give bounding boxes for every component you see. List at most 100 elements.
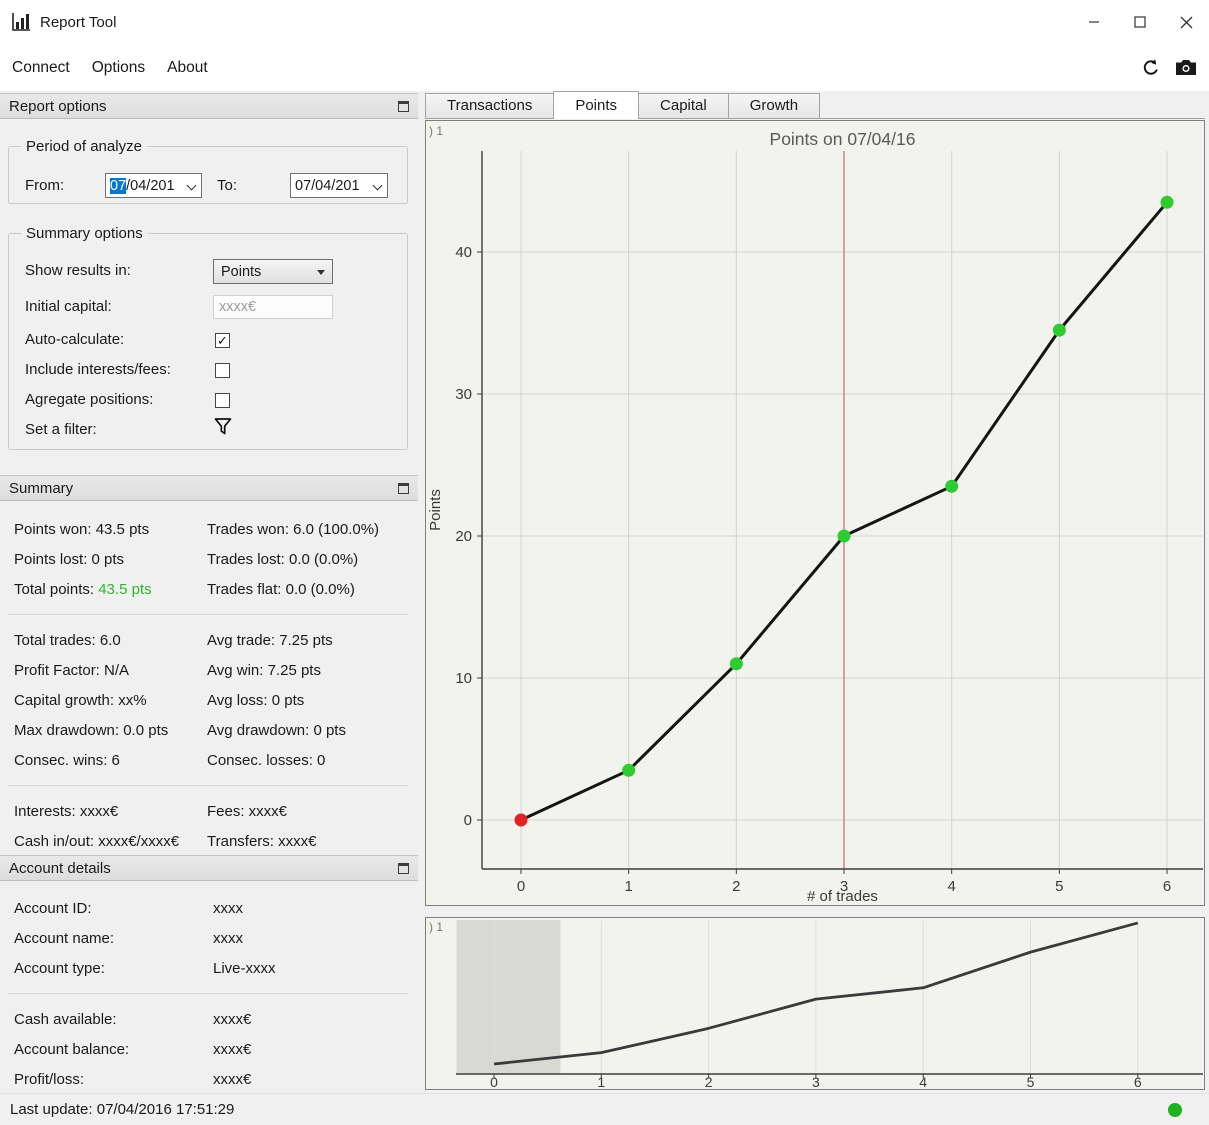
account-row: Cash available: xxxx€ [14,1010,252,1028]
menu-bar: Connect Options About [0,44,1209,91]
group-title: Report options [9,97,107,115]
aggregate-positions-checkbox[interactable] [215,393,230,408]
chevron-down-icon [372,180,383,191]
tab-capital[interactable]: Capital [638,93,729,118]
svg-text:40: 40 [455,244,472,261]
summary-cell: Transfers: xxxx€ [207,832,317,850]
from-label: From: [25,177,65,194]
menu-connect[interactable]: Connect [2,53,80,83]
initial-capital-input[interactable] [213,295,333,319]
report-options-group: Report options Period of analyze From: 0… [0,93,418,450]
separator [8,993,408,994]
summary-cell: Interests: xxxx€ [14,802,119,820]
svg-text:0: 0 [517,878,525,895]
summary-cell: Points lost: 0 pts [14,550,125,568]
menu-about[interactable]: About [157,53,218,83]
maximize-icon [1134,16,1146,28]
account-row: Account ID: xxxx [14,899,243,917]
close-icon [1180,16,1192,28]
navigator-chart-box: 0 1 2 3 4 5 6) 1 [425,917,1205,1090]
separator [8,785,408,786]
auto-calculate-label: Auto-calculate: [25,331,125,348]
select-value: Points [221,263,262,280]
menu-options[interactable]: Options [82,53,155,83]
refresh-icon[interactable] [1141,58,1161,78]
window-title: Report Tool [40,13,117,31]
svg-text:5: 5 [1027,1074,1035,1089]
left-panel: Report options Period of analyze From: 0… [0,91,418,1093]
summary-cell: Trades lost: 0.0 (0.0%) [207,550,359,568]
svg-text:4: 4 [948,878,956,895]
account-row: Account type: Live-xxxx [14,959,276,977]
summary-row: Points lost: 0 pts Trades lost: 0.0 (0.0%… [14,544,410,574]
summary-cell: Avg win: 7.25 pts [207,661,321,679]
navigator-chart[interactable]: 0 1 2 3 4 5 6) 1 [426,918,1204,1089]
account-row: Account name: xxxx [14,929,243,947]
svg-text:Points on 07/04/16: Points on 07/04/16 [770,129,916,149]
include-interests-label: Include interests/fees: [25,361,171,378]
connection-indicator [1168,1103,1182,1117]
tab-transactions[interactable]: Transactions [425,93,555,118]
summary-cell: Points won: 43.5 pts [14,520,150,538]
menu-icons [1141,44,1197,91]
include-interests-checkbox[interactable] [215,363,230,378]
to-label: To: [217,177,238,194]
status-bar: Last update: 07/04/2016 17:51:29 [0,1093,1209,1125]
summary-row: Consec. wins: 6 Consec. losses: 0 [14,745,410,775]
show-results-select[interactable]: Points [213,259,333,284]
summary-row: Profit Factor: N/A Avg win: 7.25 pts [14,655,410,685]
maximize-button[interactable] [1117,0,1163,44]
svg-text:# of trades: # of trades [807,888,878,905]
close-button[interactable] [1163,0,1209,44]
fieldset-legend: Period of analyze [21,138,147,155]
auto-calculate-checkbox[interactable]: ✓ [215,333,230,348]
svg-text:) 1: ) 1 [429,124,443,138]
set-filter-label: Set a filter: [25,421,97,438]
main-chart-box: 0 1 2 3 4 5 6 0 10 20 30 40 Points on 07/04/16 # of t… [425,120,1205,906]
summary-cell: Avg trade: 7.25 pts [207,631,333,649]
summary-cell: Trades flat: 0.0 (0.0%) [207,580,355,598]
group-title: Summary [9,479,74,497]
summary-row: Points won: 43.5 pts Trades won: 6.0 (100… [14,514,410,544]
svg-text:2: 2 [732,878,740,895]
date-value: 07/04/201 [110,177,175,194]
summary-header: Summary [0,475,418,501]
summary-row: Capital growth: xx% Avg loss: 0 pts [14,685,410,715]
fieldset-legend: Summary options [21,225,148,242]
undock-icon[interactable] [398,482,409,494]
summary-cell: Cash in/out: xxxx€/xxxx€ [14,832,180,850]
summary-cell: Max drawdown: 0.0 pts [14,721,169,739]
undock-icon[interactable] [398,862,409,874]
summary-cell: Capital growth: xx% [14,691,147,709]
account-body: Account ID: xxxx Account name: xxxx Account … [0,881,418,1094]
tab-growth[interactable]: Growth [727,93,821,118]
summary-cell: Consec. wins: 6 [14,751,120,769]
undock-icon[interactable] [398,100,409,112]
app-icon [10,11,32,33]
to-date-select[interactable]: 07/04/201 [290,173,388,198]
summary-group: Summary Points won: 43.5 pts Trades won: … [0,475,418,856]
svg-text:1: 1 [597,1074,605,1089]
svg-text:6: 6 [1163,878,1171,895]
minimize-button[interactable] [1071,0,1117,44]
last-update-text: Last update: 07/04/2016 17:51:29 [10,1101,235,1118]
summary-cell: Total trades: 6.0 [14,631,121,649]
svg-text:10: 10 [455,670,472,687]
summary-cell: Fees: xxxx€ [207,802,288,820]
svg-text:0: 0 [464,812,472,829]
svg-text:4: 4 [919,1074,927,1089]
summary-body: Points won: 43.5 pts Trades won: 6.0 (100… [0,501,418,856]
summary-cell: Avg loss: 0 pts [207,691,305,709]
from-date-select[interactable]: 07/04/201 [105,173,202,198]
account-details-header: Account details [0,855,418,881]
report-options-header: Report options [0,93,418,119]
tab-points[interactable]: Points [553,91,640,119]
points-chart[interactable]: 0 1 2 3 4 5 6010203040Points on 07/04/16# of t… [426,121,1204,905]
screenshot-icon[interactable] [1175,59,1197,76]
filter-icon[interactable] [213,417,235,439]
summary-row: Cash in/out: xxxx€/xxxx€ Transfers: xxxx€ [14,826,410,856]
date-selected-segment: 07 [110,177,127,194]
svg-text:) 1: ) 1 [429,920,443,934]
svg-text:5: 5 [1055,878,1063,895]
highlighted-value: 43.5 pts [98,580,152,598]
